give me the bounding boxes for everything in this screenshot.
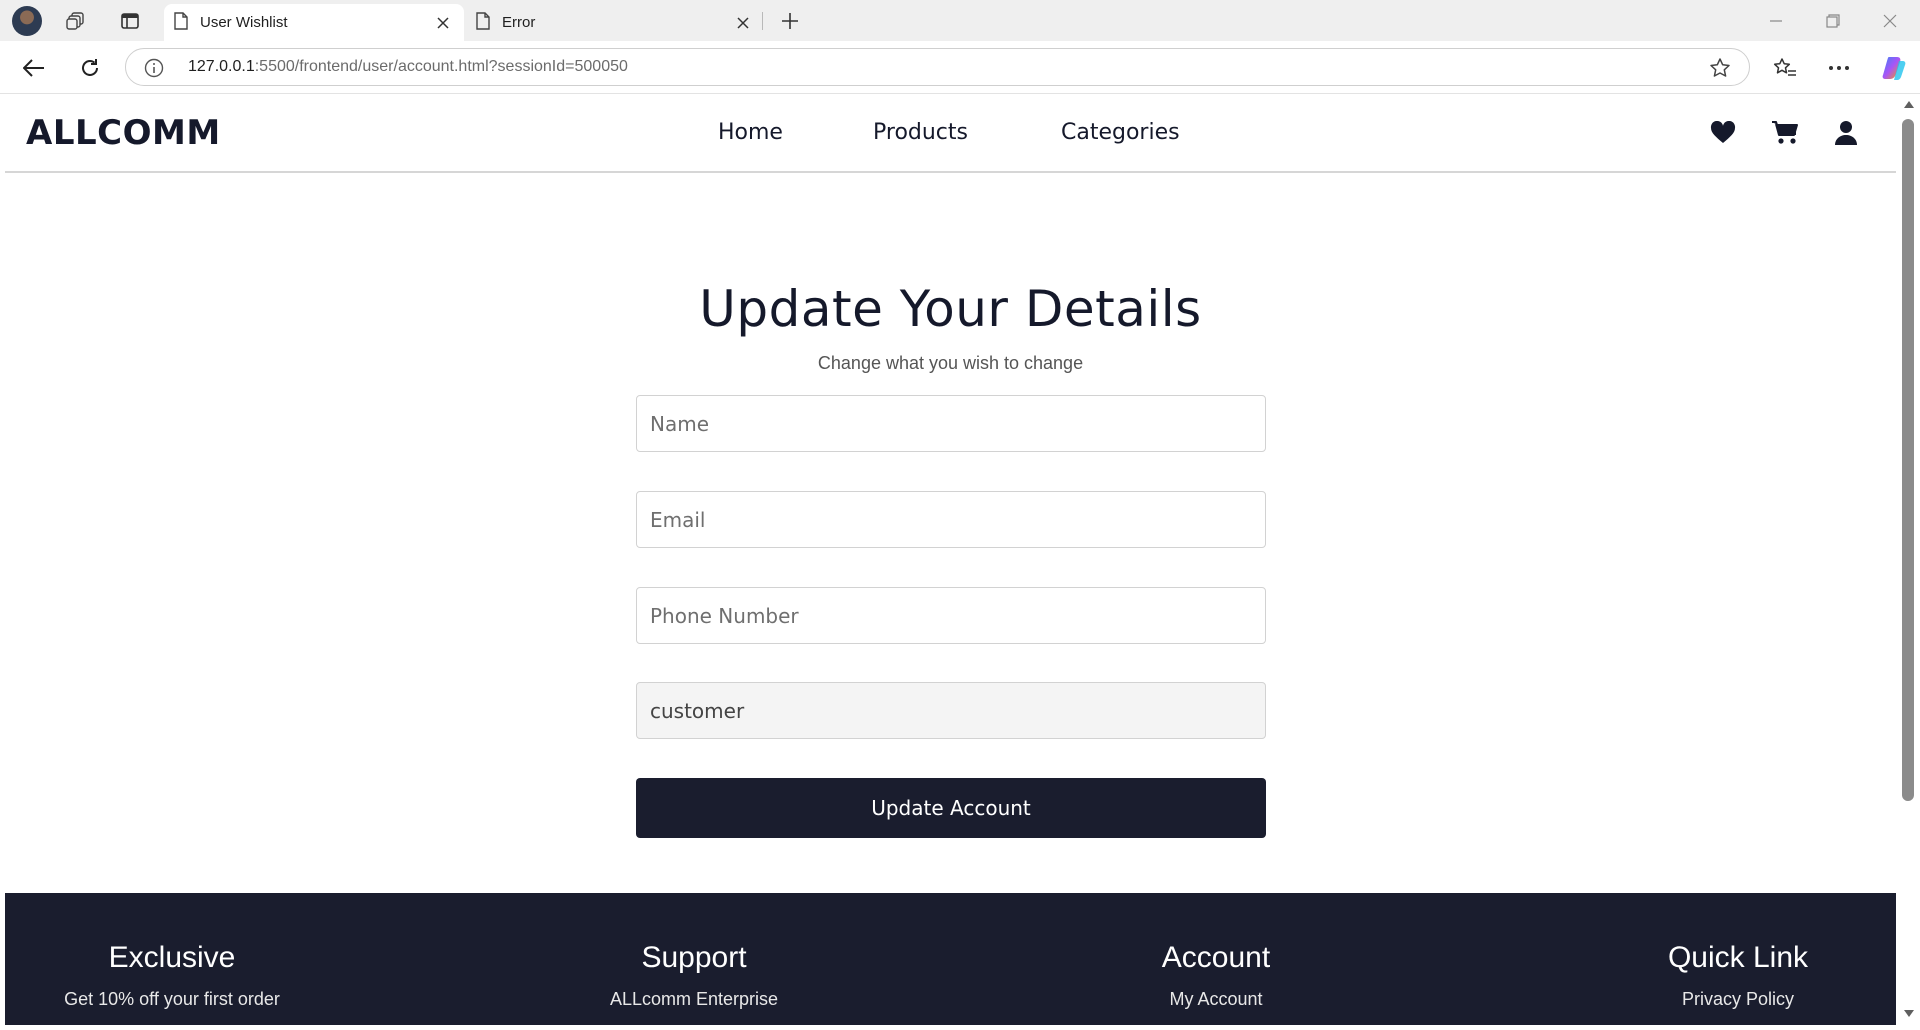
favorites-icon[interactable] (1771, 54, 1799, 82)
phone-input[interactable] (636, 587, 1266, 644)
close-tab-icon[interactable] (728, 8, 758, 38)
footer-column-support: Support ALLcomm Enterprise (514, 941, 874, 1010)
footer-link[interactable]: Privacy Policy (1558, 989, 1896, 1010)
page-title: Update Your Details (699, 280, 1202, 338)
copilot-icon[interactable] (1880, 54, 1908, 82)
browser-tab-strip: User Wishlist Error (0, 0, 1920, 41)
address-bar[interactable]: 127.0.0.1:5500/frontend/user/account.htm… (125, 48, 1750, 86)
nav-categories[interactable]: Categories (1061, 120, 1180, 145)
minimize-icon[interactable] (1753, 6, 1799, 36)
footer-link[interactable]: Get 10% off your first order (5, 989, 352, 1010)
footer-heading: Exclusive (108, 941, 236, 974)
name-input[interactable] (636, 395, 1266, 452)
back-arrow-icon[interactable] (19, 53, 49, 83)
tab-error[interactable]: Error (466, 4, 764, 41)
scroll-down-arrow-icon[interactable] (1904, 1010, 1914, 1017)
footer-heading: Account (1161, 941, 1271, 974)
heart-icon[interactable] (1708, 118, 1738, 148)
more-options-icon[interactable] (1825, 54, 1853, 82)
footer-link[interactable]: ALLcomm Enterprise (514, 989, 874, 1010)
site-info-icon[interactable] (144, 58, 164, 82)
close-tab-icon[interactable] (428, 8, 458, 38)
workspaces-icon[interactable] (63, 8, 89, 34)
tab-title: Error (502, 14, 536, 31)
favorite-star-icon[interactable] (1709, 57, 1731, 83)
footer-column-exclusive: Exclusive Get 10% off your first order (5, 941, 352, 1010)
site-footer: Exclusive Get 10% off your first order S… (5, 893, 1896, 1025)
restore-icon[interactable] (1810, 6, 1856, 36)
url-path: :5500/frontend/user/account.html?session… (254, 58, 628, 75)
tab-title: User Wishlist (200, 14, 288, 31)
footer-link[interactable]: My Account (1036, 989, 1396, 1010)
footer-column-account: Account My Account (1036, 941, 1396, 1010)
new-tab-icon[interactable] (776, 7, 804, 35)
footer-heading: Support (641, 941, 747, 974)
nav-home[interactable]: Home (718, 120, 783, 145)
update-account-button[interactable]: Update Account (636, 778, 1266, 838)
document-icon (174, 11, 188, 34)
footer-column-quick-link: Quick Link Privacy Policy (1558, 941, 1896, 1010)
document-icon (476, 11, 490, 34)
scrollbar-thumb[interactable] (1902, 119, 1914, 801)
role-input[interactable] (636, 682, 1266, 739)
vertical-tabs-icon[interactable] (117, 8, 143, 34)
scroll-up-arrow-icon[interactable] (1904, 101, 1914, 108)
footer-heading: Quick Link (1667, 941, 1809, 974)
page-scrollbar[interactable] (1896, 95, 1920, 1025)
reload-icon[interactable] (75, 53, 105, 83)
close-window-icon[interactable] (1867, 6, 1913, 36)
site-header: ALLCOMM Home Products Categories (5, 95, 1896, 173)
url-host: 127.0.0.1 (188, 58, 255, 75)
nav-products[interactable]: Products (873, 120, 968, 145)
url-text[interactable]: 127.0.0.1:5500/frontend/user/account.htm… (188, 58, 628, 76)
page-subtitle: Change what you wish to change (817, 353, 1084, 373)
cart-icon[interactable] (1770, 118, 1800, 148)
tab-user-wishlist[interactable]: User Wishlist (164, 4, 464, 41)
page-viewport: ALLCOMM Home Products Categories Update … (5, 95, 1896, 1025)
email-input[interactable] (636, 491, 1266, 548)
site-logo[interactable]: ALLCOMM (26, 113, 221, 153)
profile-avatar[interactable] (12, 6, 42, 36)
browser-toolbar: 127.0.0.1:5500/frontend/user/account.htm… (0, 41, 1920, 94)
tab-divider (762, 12, 763, 30)
user-icon[interactable] (1831, 118, 1861, 148)
